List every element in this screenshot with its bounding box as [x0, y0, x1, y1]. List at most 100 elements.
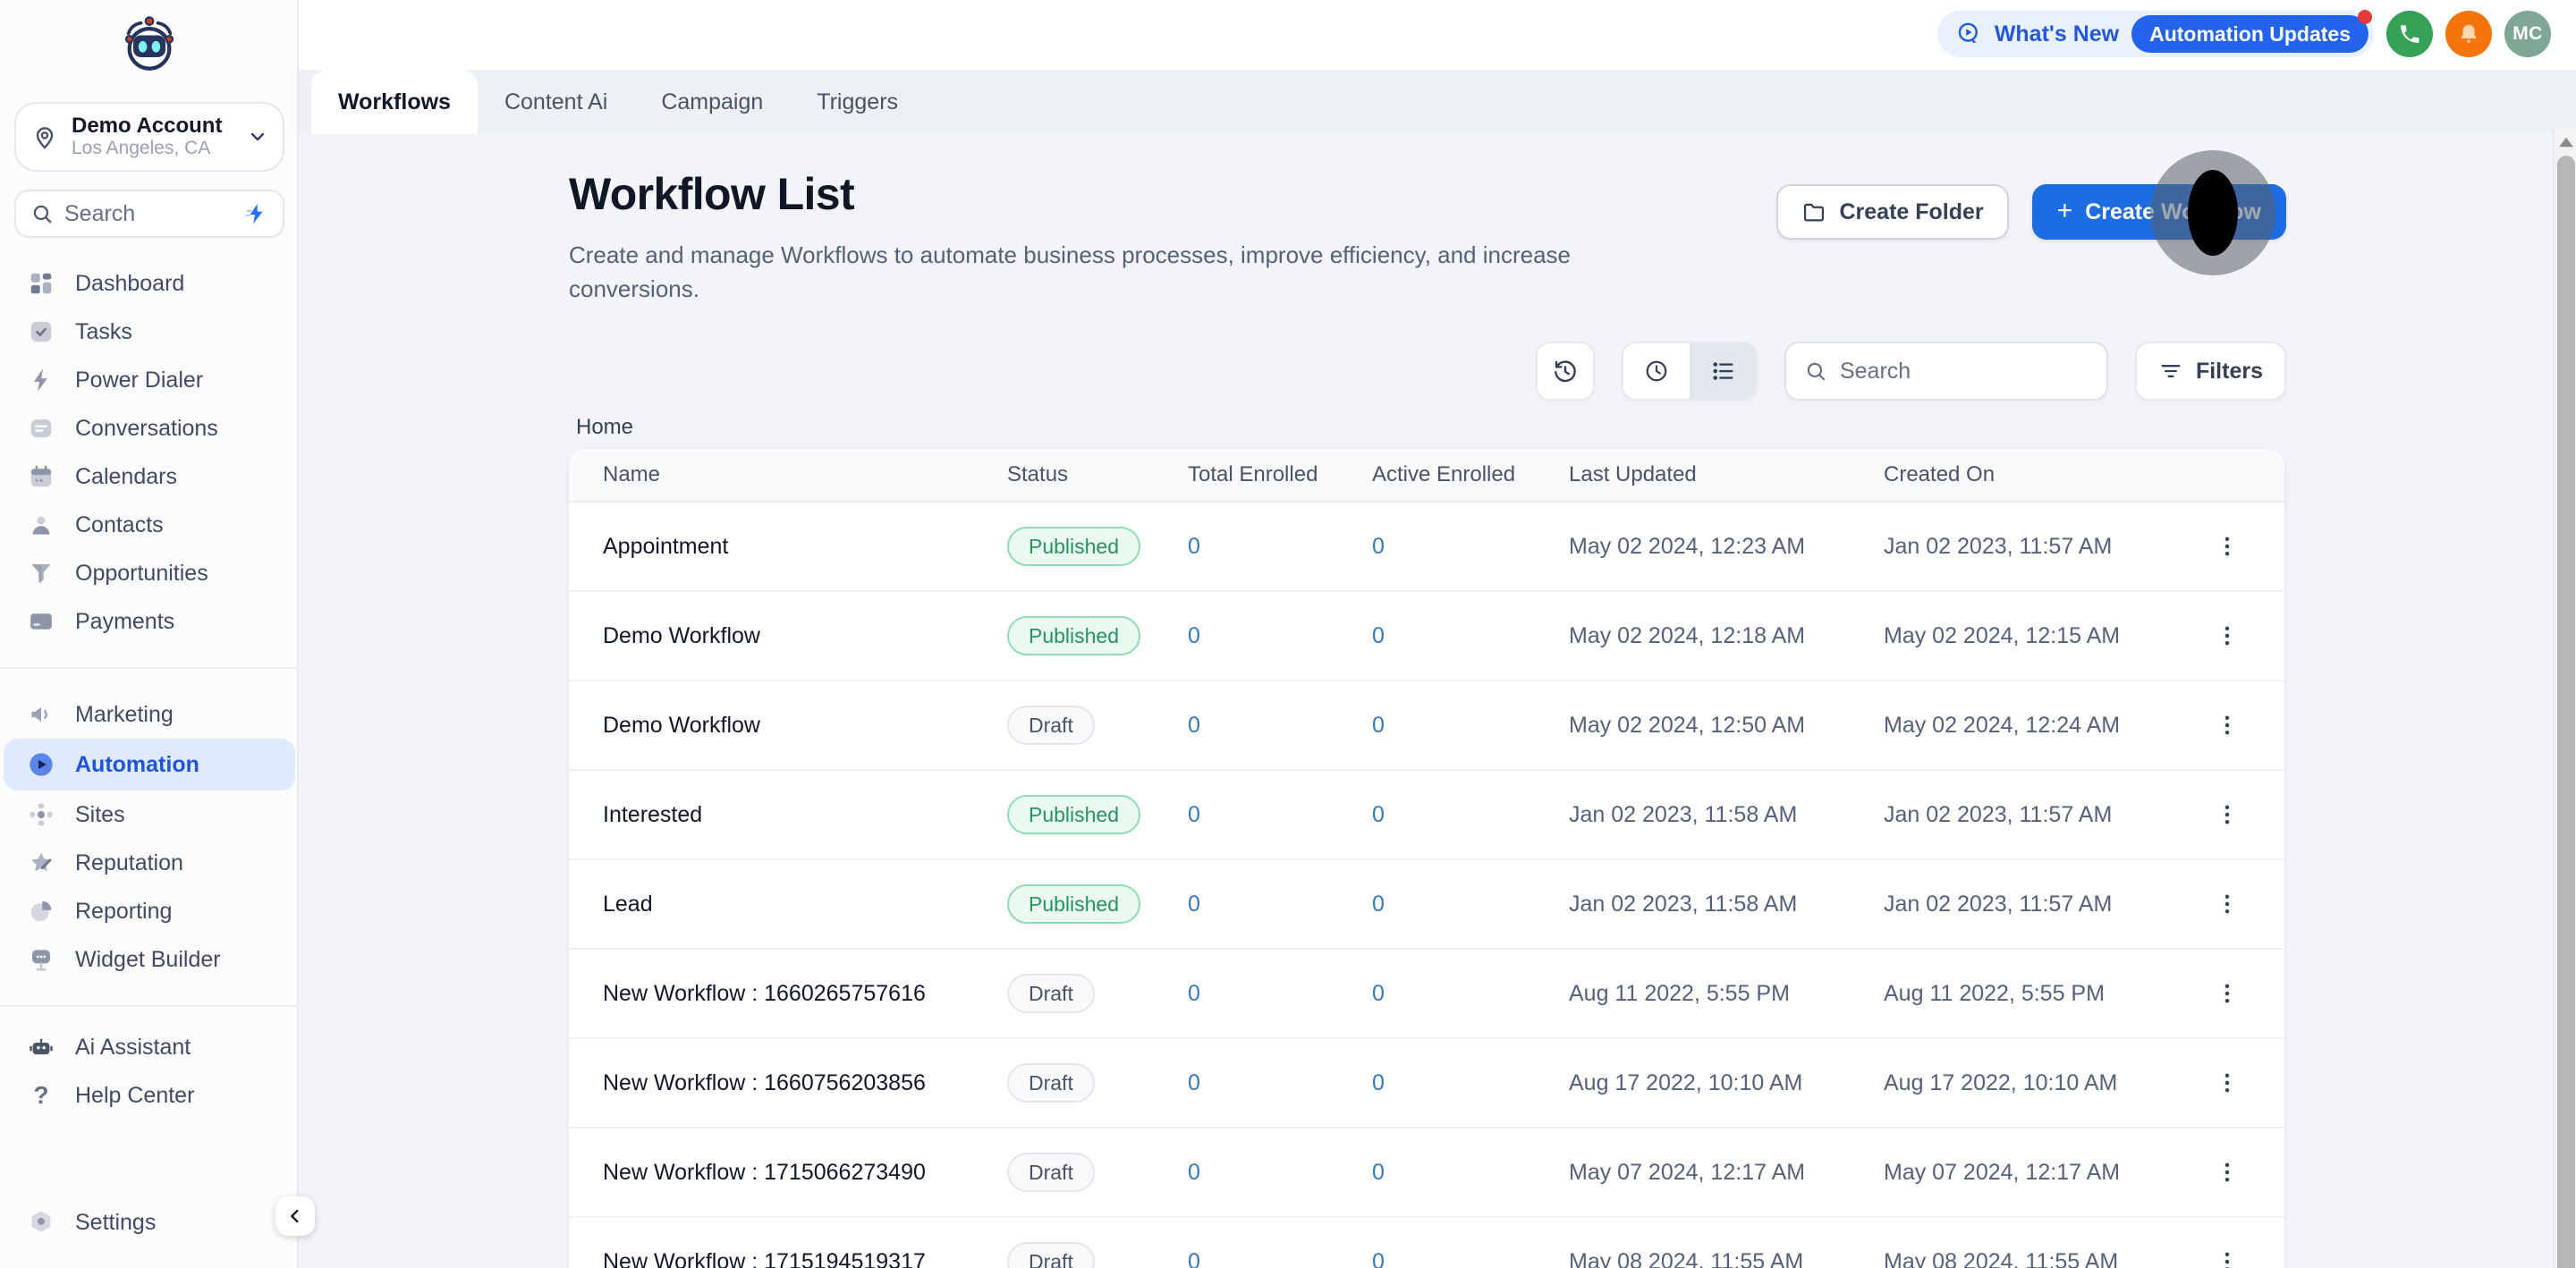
total-enrolled-link[interactable]: 0 — [1188, 1160, 1372, 1186]
total-enrolled-link[interactable]: 0 — [1188, 892, 1372, 917]
active-enrolled-link[interactable]: 0 — [1372, 1070, 1569, 1096]
create-workflow-button[interactable]: + Create Workflow — [2032, 184, 2286, 240]
total-enrolled-link[interactable]: 0 — [1188, 981, 1372, 1007]
total-enrolled-link[interactable]: 0 — [1188, 1249, 1372, 1268]
sidebar-nav-support: Ai Assistant ? Help Center — [0, 1023, 299, 1120]
table-row[interactable]: Appointment Published 0 0 May 02 2024, 1… — [569, 503, 2284, 592]
workflow-name[interactable]: Lead — [603, 892, 1007, 917]
sidebar-item-marketing[interactable]: Marketing — [4, 690, 295, 739]
table-row[interactable]: Demo Workflow Draft 0 0 May 02 2024, 12:… — [569, 681, 2284, 771]
sidebar-item-power-dialer[interactable]: Power Dialer — [4, 356, 295, 404]
row-menu-button[interactable] — [2206, 1061, 2249, 1104]
sidebar-item-dashboard[interactable]: Dashboard — [4, 259, 295, 308]
row-menu-button[interactable] — [2206, 525, 2249, 568]
total-enrolled-link[interactable]: 0 — [1188, 713, 1372, 739]
workflow-name[interactable]: New Workflow : 1660756203856 — [603, 1070, 1007, 1096]
row-menu-button[interactable] — [2206, 1151, 2249, 1194]
recent-view-button[interactable] — [1623, 343, 1690, 399]
workflow-name[interactable]: Demo Workflow — [603, 623, 1007, 649]
create-folder-button[interactable]: Create Folder — [1776, 184, 2008, 240]
sidebar-item-settings[interactable]: Settings — [4, 1198, 295, 1247]
active-enrolled-link[interactable]: 0 — [1372, 981, 1569, 1007]
last-updated-value: Aug 17 2022, 10:10 AM — [1569, 1070, 1884, 1096]
sidebar-item-conversations[interactable]: Conversations — [4, 404, 295, 452]
table-row[interactable]: Demo Workflow Published 0 0 May 02 2024,… — [569, 592, 2284, 681]
created-on-value: May 07 2024, 12:17 AM — [1884, 1160, 2170, 1186]
version-history-button[interactable] — [1536, 342, 1595, 401]
tab-triggers[interactable]: Triggers — [790, 70, 925, 134]
sidebar-item-automation[interactable]: Automation — [4, 739, 295, 790]
row-menu-button[interactable] — [2206, 793, 2249, 836]
app-logo[interactable] — [0, 13, 299, 73]
sidebar-item-payments[interactable]: Payments — [4, 597, 295, 646]
user-avatar[interactable]: MC — [2504, 11, 2551, 57]
scrollbar-thumb[interactable] — [2557, 156, 2575, 1268]
row-menu-button[interactable] — [2206, 704, 2249, 747]
tab-workflows[interactable]: Workflows — [311, 70, 478, 134]
workflow-name[interactable]: Demo Workflow — [603, 713, 1007, 739]
status-cell: Published — [1007, 795, 1188, 834]
breadcrumb[interactable]: Home — [576, 415, 633, 440]
active-enrolled-link[interactable]: 0 — [1372, 802, 1569, 828]
active-enrolled-link[interactable]: 0 — [1372, 713, 1569, 739]
status-badge: Draft — [1007, 1153, 1095, 1192]
page-scrollbar[interactable] — [2553, 129, 2576, 1268]
total-enrolled-link[interactable]: 0 — [1188, 802, 1372, 828]
workflow-name[interactable]: Appointment — [603, 534, 1007, 560]
widget-icon — [27, 945, 55, 974]
sidebar-item-label: Automation — [75, 752, 199, 778]
account-selector[interactable]: Demo Account Los Angeles, CA — [14, 102, 284, 172]
table-row[interactable]: Interested Published 0 0 Jan 02 2023, 11… — [569, 771, 2284, 860]
sidebar-item-widget-builder[interactable]: Widget Builder — [4, 935, 295, 984]
sidebar-item-tasks[interactable]: Tasks — [4, 308, 295, 356]
total-enrolled-link[interactable]: 0 — [1188, 534, 1372, 560]
filters-button[interactable]: Filters — [2135, 342, 2286, 401]
sidebar-item-ai-assistant[interactable]: Ai Assistant — [4, 1023, 295, 1071]
total-enrolled-link[interactable]: 0 — [1188, 1070, 1372, 1096]
active-enrolled-link[interactable]: 0 — [1372, 892, 1569, 917]
row-menu-button[interactable] — [2206, 1240, 2249, 1268]
row-menu-button[interactable] — [2206, 614, 2249, 657]
sidebar-item-opportunities[interactable]: Opportunities — [4, 549, 295, 597]
table-row[interactable]: New Workflow : 1660265757616 Draft 0 0 A… — [569, 950, 2284, 1039]
calendar-icon — [27, 462, 55, 491]
table-row[interactable]: Lead Published 0 0 Jan 02 2023, 11:58 AM… — [569, 860, 2284, 950]
table-row[interactable]: New Workflow : 1715066273490 Draft 0 0 M… — [569, 1129, 2284, 1218]
tab-campaign[interactable]: Campaign — [634, 70, 790, 134]
list-icon — [1710, 358, 1737, 385]
active-enrolled-link[interactable]: 0 — [1372, 534, 1569, 560]
row-menu-button[interactable] — [2206, 883, 2249, 926]
sidebar-item-reputation[interactable]: Reputation — [4, 839, 295, 887]
table-row[interactable]: New Workflow : 1715194519317 Draft 0 0 M… — [569, 1218, 2284, 1268]
total-enrolled-link[interactable]: 0 — [1188, 623, 1372, 649]
active-enrolled-link[interactable]: 0 — [1372, 623, 1569, 649]
phone-button[interactable] — [2386, 11, 2433, 57]
sidebar-collapse-button[interactable] — [275, 1196, 315, 1236]
sidebar-item-sites[interactable]: Sites — [4, 790, 295, 839]
workflow-search-input[interactable] — [1840, 359, 2128, 385]
sidebar: Demo Account Los Angeles, CA Search — [0, 0, 299, 1268]
tab-content-ai[interactable]: Content Ai — [478, 70, 634, 134]
table-row[interactable]: New Workflow : 1660756203856 Draft 0 0 A… — [569, 1039, 2284, 1129]
workflow-name[interactable]: New Workflow : 1715066273490 — [603, 1160, 1007, 1186]
whats-new-button[interactable]: What's New Automation Updates — [1937, 11, 2374, 57]
sidebar-item-contacts[interactable]: Contacts — [4, 501, 295, 549]
sidebar-search-input[interactable]: Search — [14, 190, 284, 238]
column-header-active-enrolled: Active Enrolled — [1372, 462, 1569, 487]
sidebar-nav-main: Dashboard Tasks Power Dialer Conversatio… — [0, 259, 299, 646]
scrollbar-up-arrow[interactable] — [2558, 136, 2574, 148]
notifications-button[interactable] — [2445, 11, 2492, 57]
sidebar-item-reporting[interactable]: Reporting — [4, 887, 295, 935]
automation-updates-badge[interactable]: Automation Updates — [2131, 15, 2368, 53]
location-pin-icon — [30, 123, 59, 151]
active-enrolled-link[interactable]: 0 — [1372, 1160, 1569, 1186]
list-view-button[interactable] — [1690, 343, 1756, 399]
sidebar-item-help-center[interactable]: ? Help Center — [4, 1071, 295, 1120]
row-menu-button[interactable] — [2206, 972, 2249, 1015]
sidebar-item-calendars[interactable]: Calendars — [4, 452, 295, 501]
workflow-name[interactable]: Interested — [603, 802, 1007, 828]
active-enrolled-link[interactable]: 0 — [1372, 1249, 1569, 1268]
workflow-name[interactable]: New Workflow : 1660265757616 — [603, 981, 1007, 1007]
tab-label: Campaign — [661, 89, 763, 115]
workflow-name[interactable]: New Workflow : 1715194519317 — [603, 1249, 1007, 1268]
